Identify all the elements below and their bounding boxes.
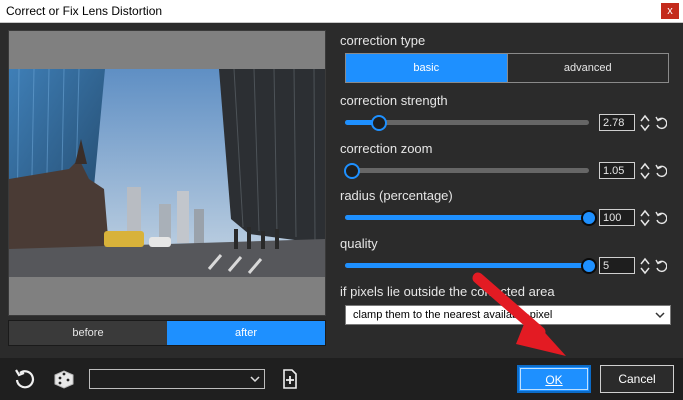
outside-area-label: if pixels lie outside the corrected area xyxy=(340,284,555,299)
dice-icon[interactable] xyxy=(52,368,76,390)
after-tab[interactable]: after xyxy=(167,321,325,345)
new-preset-icon[interactable] xyxy=(280,368,304,390)
window-title: Correct or Fix Lens Distortion xyxy=(6,4,163,18)
correction-zoom-slider[interactable] xyxy=(344,163,589,179)
radius-slider[interactable] xyxy=(345,210,597,226)
undo-icon[interactable] xyxy=(655,259,668,273)
spin-icon[interactable] xyxy=(640,162,650,180)
correction-zoom-label: correction zoom xyxy=(340,141,433,156)
slider-thumb[interactable] xyxy=(371,115,388,131)
before-tab[interactable]: before xyxy=(9,321,167,345)
radius-label: radius (percentage) xyxy=(340,188,453,203)
preset-dropdown[interactable] xyxy=(89,369,265,389)
correction-strength-value[interactable]: 2.78 xyxy=(599,114,635,131)
slider-fill xyxy=(345,263,589,268)
outside-area-dropdown[interactable]: clamp them to the nearest available pixe… xyxy=(345,305,671,325)
close-button[interactable]: x xyxy=(661,3,679,19)
spin-icon[interactable] xyxy=(640,114,650,132)
chevron-down-icon xyxy=(250,371,260,390)
correction-strength-slider[interactable] xyxy=(345,115,589,131)
title-bar: Correct or Fix Lens Distortion x xyxy=(0,0,683,23)
radius-value[interactable]: 100 xyxy=(599,209,635,226)
undo-icon[interactable] xyxy=(655,116,668,130)
cancel-button[interactable]: Cancel xyxy=(600,365,674,393)
cancel-label: Cancel xyxy=(618,372,656,386)
spin-icon[interactable] xyxy=(640,257,650,275)
correction-type-advanced[interactable]: advanced xyxy=(506,54,668,82)
correction-zoom-value[interactable]: 1.05 xyxy=(599,162,635,179)
ok-button[interactable]: OK xyxy=(517,365,591,393)
slider-fill xyxy=(345,215,589,220)
correction-type-selector: basic advanced xyxy=(345,53,669,83)
outside-area-selected: clamp them to the nearest available pixe… xyxy=(353,309,553,321)
quality-value[interactable]: 5 xyxy=(599,257,635,274)
before-after-toggle: before after xyxy=(8,320,326,346)
preview-panel xyxy=(8,30,326,316)
undo-icon[interactable] xyxy=(655,164,668,178)
correction-strength-label: correction strength xyxy=(340,93,448,108)
ok-label: OK xyxy=(545,373,563,387)
correction-type-basic[interactable]: basic xyxy=(346,54,507,82)
slider-thumb[interactable] xyxy=(344,163,361,179)
quality-label: quality xyxy=(340,236,378,251)
spin-icon[interactable] xyxy=(640,209,650,227)
chevron-down-icon xyxy=(655,306,665,330)
slider-thumb[interactable] xyxy=(581,210,597,226)
slider-thumb[interactable] xyxy=(581,258,597,274)
preview-image xyxy=(9,69,325,277)
reset-icon[interactable] xyxy=(13,368,37,390)
correction-type-label: correction type xyxy=(340,33,426,48)
quality-slider[interactable] xyxy=(345,258,597,274)
undo-icon[interactable] xyxy=(655,211,668,225)
